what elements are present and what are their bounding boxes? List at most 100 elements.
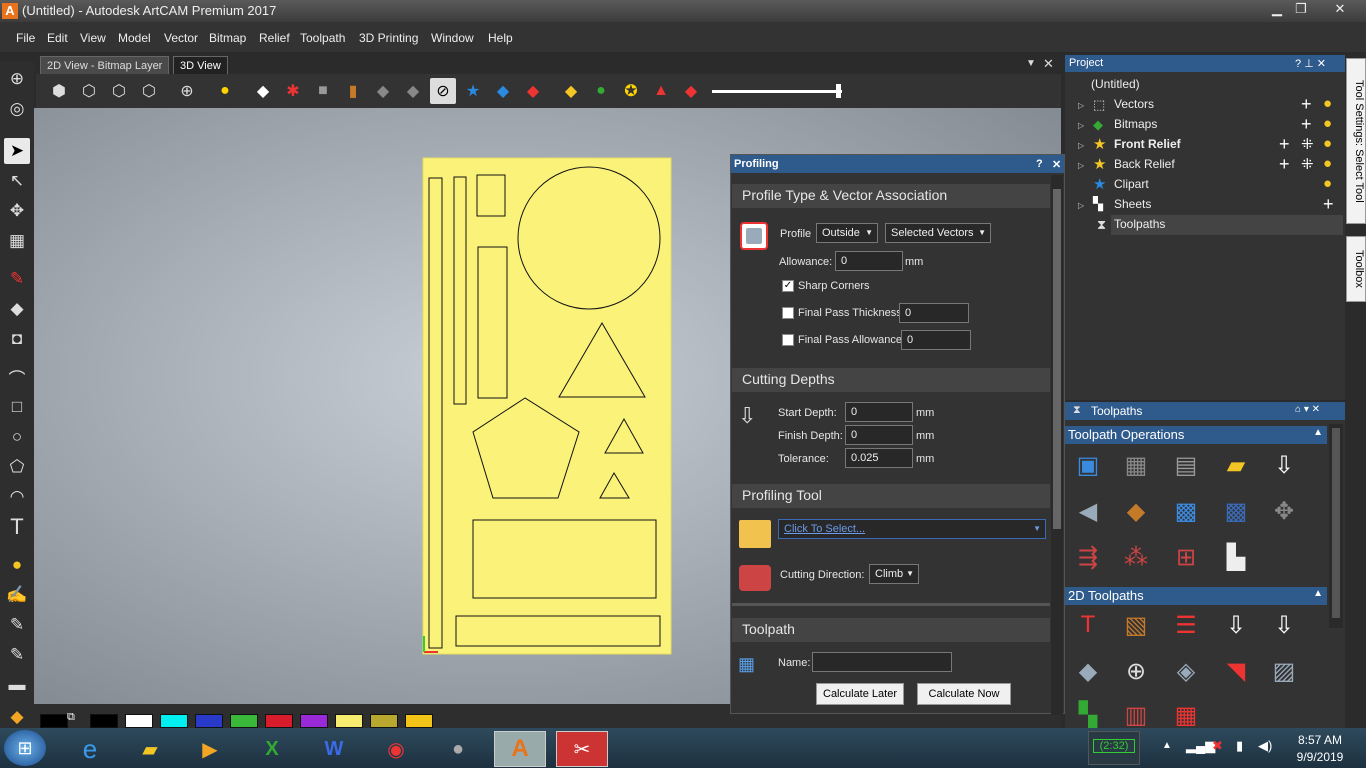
- back-relief-grid-icon[interactable]: ⁜: [1301, 155, 1314, 173]
- collapse-ops-icon[interactable]: ▲: [1313, 427, 1323, 438]
- shapes-icon[interactable]: ●: [588, 78, 614, 104]
- add-sheet-icon[interactable]: +: [1323, 194, 1334, 215]
- text-icon[interactable]: T: [4, 514, 30, 540]
- toolpath-name-input[interactable]: [812, 652, 952, 672]
- 2d-toolpaths-header[interactable]: 2D Toolpaths ▲: [1065, 587, 1327, 605]
- vectors-bulb-icon[interactable]: ●: [1323, 95, 1332, 112]
- zoom-view-icon[interactable]: ⊕: [4, 66, 30, 92]
- excel-icon[interactable]: X: [246, 731, 298, 767]
- rubber-icon[interactable]: ▬: [4, 672, 30, 698]
- front-view-icon[interactable]: ⬡: [76, 78, 102, 104]
- rectangle-icon[interactable]: □: [4, 394, 30, 420]
- menu-toolpath[interactable]: Toolpath: [300, 31, 345, 45]
- swatch-green[interactable]: [230, 714, 258, 728]
- calculate-now-button[interactable]: Calculate Now: [917, 683, 1011, 705]
- toolpaths-header-buttons[interactable]: ⌂ ▾ ✕: [1295, 404, 1320, 415]
- menu-model[interactable]: Model: [118, 31, 151, 45]
- drill-icon[interactable]: ⇩: [1219, 608, 1253, 642]
- final-pass-thickness-checkbox[interactable]: [782, 307, 794, 319]
- battery-widget[interactable]: (2:32): [1088, 731, 1140, 765]
- tab-menu-icon[interactable]: ▼: [1026, 58, 1036, 69]
- bitmaps-bulb-icon[interactable]: ●: [1323, 115, 1332, 132]
- slider-handle[interactable]: [836, 84, 841, 98]
- iso-view-icon[interactable]: ⬢: [46, 78, 72, 104]
- tree-item-front-relief[interactable]: Front Relief: [1114, 137, 1181, 151]
- expand-sheets-icon[interactable]: ▷: [1078, 201, 1084, 210]
- toolpath-sheet-icon[interactable]: ▤: [1169, 448, 1203, 482]
- swatch-gold[interactable]: [405, 714, 433, 728]
- pocket-toolpath-icon[interactable]: ▧: [1119, 608, 1153, 642]
- plane-icon[interactable]: ◆: [250, 78, 276, 104]
- toolpaths-scrollbar[interactable]: [1329, 424, 1343, 628]
- swatch-cyan[interactable]: [160, 714, 188, 728]
- transparency-slider[interactable]: [712, 90, 842, 93]
- tree-item-sheets[interactable]: Sheets: [1114, 197, 1151, 211]
- cutting-direction-select[interactable]: Climb: [869, 564, 919, 584]
- swatch-white[interactable]: [125, 714, 153, 728]
- bevel-icon[interactable]: ◥: [1219, 654, 1253, 688]
- swatch-olive[interactable]: [370, 714, 398, 728]
- expand-bitmaps-icon[interactable]: ▷: [1078, 121, 1084, 130]
- grid-toolpath-icon[interactable]: ⊕: [1119, 654, 1153, 688]
- machine-icon[interactable]: ◆: [400, 78, 426, 104]
- frame-icon[interactable]: ▥: [1119, 698, 1153, 732]
- collapse-2d-icon[interactable]: ▲: [1313, 588, 1323, 599]
- tool-database-icon[interactable]: [739, 520, 771, 548]
- profiling-scrollbar[interactable]: [1051, 175, 1063, 715]
- toolbox-tab[interactable]: Toolbox: [1346, 236, 1366, 302]
- close-panel-icon[interactable]: ✕: [1052, 158, 1061, 171]
- expand-back-relief-icon[interactable]: ▷: [1078, 161, 1084, 170]
- fluting-icon[interactable]: ▨: [1267, 654, 1301, 688]
- final-pass-thickness-input[interactable]: 0: [899, 303, 969, 323]
- simulation-block-icon[interactable]: ▩: [1219, 494, 1253, 528]
- tab-2d-view[interactable]: 2D View - Bitmap Layer: [40, 56, 170, 74]
- artcam-app-icon[interactable]: A: [2, 3, 18, 19]
- add-back-relief-icon[interactable]: +: [1279, 154, 1290, 175]
- calculate-later-button[interactable]: Calculate Later: [816, 683, 904, 705]
- finish-depth-input[interactable]: 0: [845, 425, 913, 445]
- menu-view[interactable]: View: [80, 31, 106, 45]
- transform-toolpath-icon[interactable]: ✥: [1267, 494, 1301, 528]
- drop-icon[interactable]: ●: [4, 552, 30, 578]
- simulate-icon[interactable]: ▩: [1169, 494, 1203, 528]
- merge-toolpath-icon[interactable]: ⇶: [1071, 540, 1105, 574]
- swatch-black[interactable]: [40, 714, 68, 728]
- snipping-tool-icon[interactable]: ✂: [556, 731, 608, 767]
- transform-icon[interactable]: ✥: [4, 198, 30, 224]
- color-pyramid-icon[interactable]: ▲: [648, 78, 674, 104]
- eraser-icon[interactable]: ◆: [4, 296, 30, 322]
- expand-vectors-icon[interactable]: ▷: [1078, 101, 1084, 110]
- clock-date[interactable]: 9/9/2019: [1290, 750, 1350, 764]
- layered-toolpath-icon[interactable]: ◈: [1169, 654, 1203, 688]
- project-header-icons[interactable]: ? ⊥ ✕: [1295, 57, 1326, 70]
- action-center-icon[interactable]: ✖: [1212, 738, 1223, 754]
- menu-relief[interactable]: Relief: [259, 31, 290, 45]
- circle-icon[interactable]: ○: [4, 424, 30, 450]
- axes-icon[interactable]: ✱: [280, 78, 306, 104]
- save-toolpath-icon[interactable]: ▣: [1071, 448, 1105, 482]
- paint-icon[interactable]: ✎: [4, 642, 30, 668]
- project-root[interactable]: (Untitled): [1091, 77, 1140, 91]
- show-hidden-icons[interactable]: ▲: [1162, 740, 1172, 751]
- star-relief-icon[interactable]: ★: [460, 78, 486, 104]
- block-icon[interactable]: ◆: [370, 78, 396, 104]
- tree-item-clipart[interactable]: Clipart: [1114, 177, 1149, 191]
- calculate-toolpath-icon[interactable]: ▦: [1119, 448, 1153, 482]
- swatch-yellow[interactable]: [335, 714, 363, 728]
- layer-red-icon[interactable]: ◆: [520, 78, 546, 104]
- inlay-icon[interactable]: ◆: [1071, 654, 1105, 688]
- tree-item-back-relief[interactable]: Back Relief: [1114, 157, 1175, 171]
- block-material-icon[interactable]: ◆: [1119, 494, 1153, 528]
- gimp-icon[interactable]: ●: [432, 731, 484, 767]
- battery-icon[interactable]: ▮: [1236, 738, 1243, 754]
- swatch-purple[interactable]: [300, 714, 328, 728]
- front-relief-bulb-icon[interactable]: ●: [1323, 135, 1332, 152]
- profile-side-select[interactable]: Outside: [816, 223, 878, 243]
- add-bitmap-layer-icon[interactable]: +: [1301, 114, 1312, 135]
- back-relief-bulb-icon[interactable]: ●: [1323, 155, 1332, 172]
- material-setup-icon[interactable]: ◀: [1071, 494, 1105, 528]
- sharp-corners-checkbox[interactable]: ✓: [782, 280, 794, 292]
- swatch-blue[interactable]: [195, 714, 223, 728]
- toolpath-operations-header[interactable]: Toolpath Operations ▲: [1065, 426, 1327, 444]
- mesh-icon[interactable]: ▦: [1169, 698, 1203, 732]
